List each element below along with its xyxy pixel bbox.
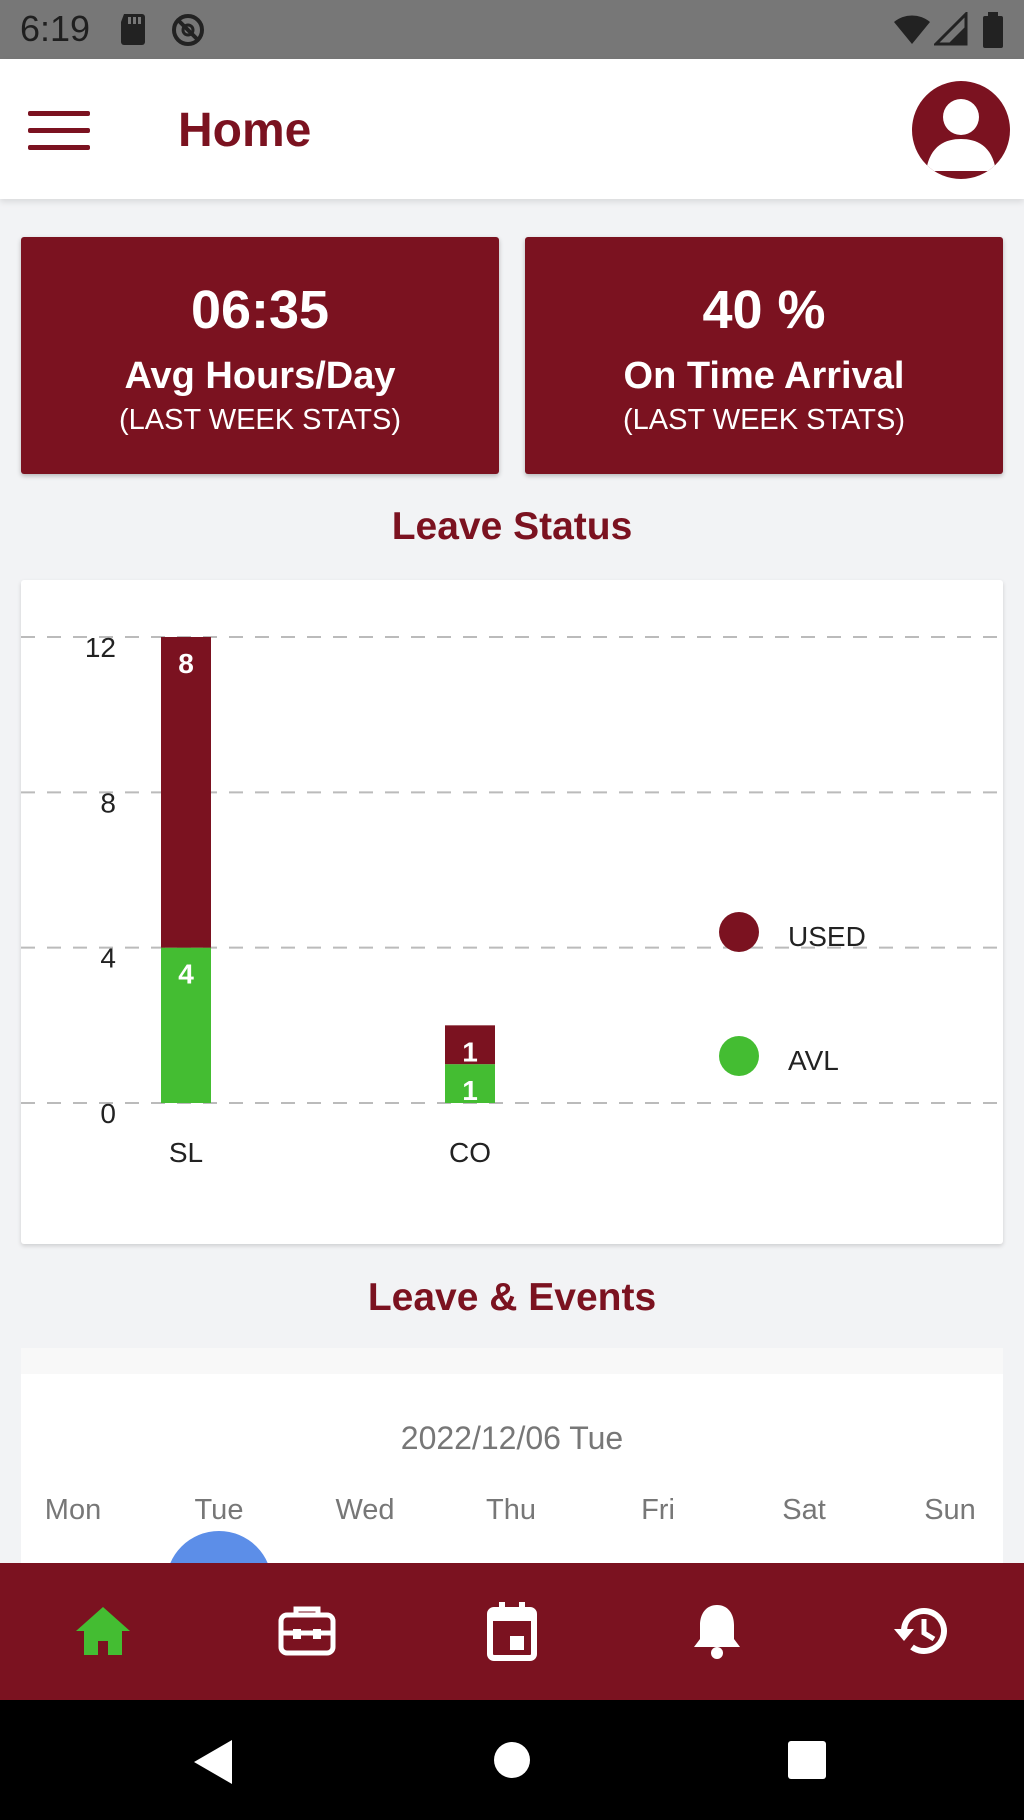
cell-signal-icon <box>934 12 968 46</box>
weekday-label: Mon <box>44 1494 102 1526</box>
weekday-label: Sun <box>924 1494 976 1526</box>
leave-chart-svg: 0 4 8 12 4 8 SL 1 1 CO USED AVL <box>21 632 1003 1168</box>
weekday-label: Wed <box>335 1494 395 1526</box>
bar-value-label: 8 <box>178 648 194 679</box>
nav-toolbox[interactable] <box>272 1599 342 1663</box>
status-time: 6:19 <box>20 8 91 49</box>
system-navigation-bar <box>0 1700 1024 1820</box>
legend-marker-avl <box>719 1036 759 1076</box>
nav-notifications[interactable] <box>682 1599 752 1663</box>
nav-home[interactable] <box>68 1599 138 1663</box>
bar-used <box>161 637 211 948</box>
bar-value-label: 1 <box>462 1036 478 1067</box>
home-circle-icon[interactable] <box>493 1741 531 1779</box>
weekday-label: Fri <box>641 1494 675 1526</box>
legend-label-used: USED <box>788 921 866 952</box>
avg-hours-card: 06:35 Avg Hours/Day (LAST WEEK STATS) <box>21 237 499 474</box>
bar-value-label: 4 <box>178 959 194 990</box>
x-category-label: CO <box>449 1137 491 1168</box>
toolbox-icon <box>278 1606 336 1656</box>
stat-sublabel: (LAST WEEK STATS) <box>119 404 401 436</box>
y-tick-label: 4 <box>100 943 116 974</box>
calendar-current-date: 2022/12/06 Tue <box>400 1420 624 1456</box>
bar-value-label: 1 <box>462 1075 478 1106</box>
status-bar: 6:19 <box>0 0 1024 59</box>
recents-icon[interactable] <box>788 1741 826 1779</box>
stat-sublabel: (LAST WEEK STATS) <box>623 404 905 436</box>
user-icon <box>926 99 996 171</box>
leave-status-chart: 0 4 8 12 4 8 SL 1 1 CO USED AVL <box>21 580 1003 1244</box>
y-tick-label: 8 <box>100 787 116 818</box>
nav-history[interactable] <box>886 1599 956 1663</box>
menu-button[interactable] <box>28 111 90 151</box>
sd-card-icon <box>121 14 145 45</box>
menu-icon-line <box>28 128 90 133</box>
battery-icon <box>983 12 1003 48</box>
menu-icon-line <box>28 111 90 116</box>
calendar-icon <box>487 1602 537 1661</box>
on-time-arrival-card: 40 % On Time Arrival (LAST WEEK STATS) <box>525 237 1003 474</box>
menu-icon-line <box>28 145 90 150</box>
calendar: 2022/12/06 Tue MonTueWedThuFriSatSun5678… <box>21 1348 1003 1568</box>
weekday-label: Thu <box>486 1494 536 1526</box>
bell-icon <box>694 1605 740 1659</box>
weekday-label: Sat <box>782 1494 826 1526</box>
home-icon <box>76 1607 130 1655</box>
stat-value: 40 % <box>702 280 826 340</box>
bottom-navigation <box>0 1563 1024 1700</box>
stat-label: Avg Hours/Day <box>124 355 396 397</box>
leave-status-title: Leave Status <box>391 505 633 548</box>
wifi-icon <box>894 15 930 44</box>
app-bar: Home <box>0 59 1024 199</box>
leave-events-title: Leave & Events <box>367 1276 657 1319</box>
page-title: Home <box>178 104 312 157</box>
legend-marker-used <box>719 912 759 952</box>
weekday-label: Tue <box>194 1494 244 1526</box>
stat-label: On Time Arrival <box>623 355 905 397</box>
nav-calendar[interactable] <box>477 1599 547 1663</box>
do-not-disturb-icon <box>172 14 204 46</box>
stat-value: 06:35 <box>190 280 330 340</box>
history-icon <box>894 1608 947 1654</box>
y-tick-label: 12 <box>85 632 116 663</box>
legend-label-avl: AVL <box>788 1045 839 1076</box>
y-tick-label: 0 <box>100 1098 116 1129</box>
x-category-label: SL <box>169 1137 203 1168</box>
profile-avatar-button[interactable] <box>912 81 1010 179</box>
back-icon[interactable] <box>192 1740 234 1784</box>
